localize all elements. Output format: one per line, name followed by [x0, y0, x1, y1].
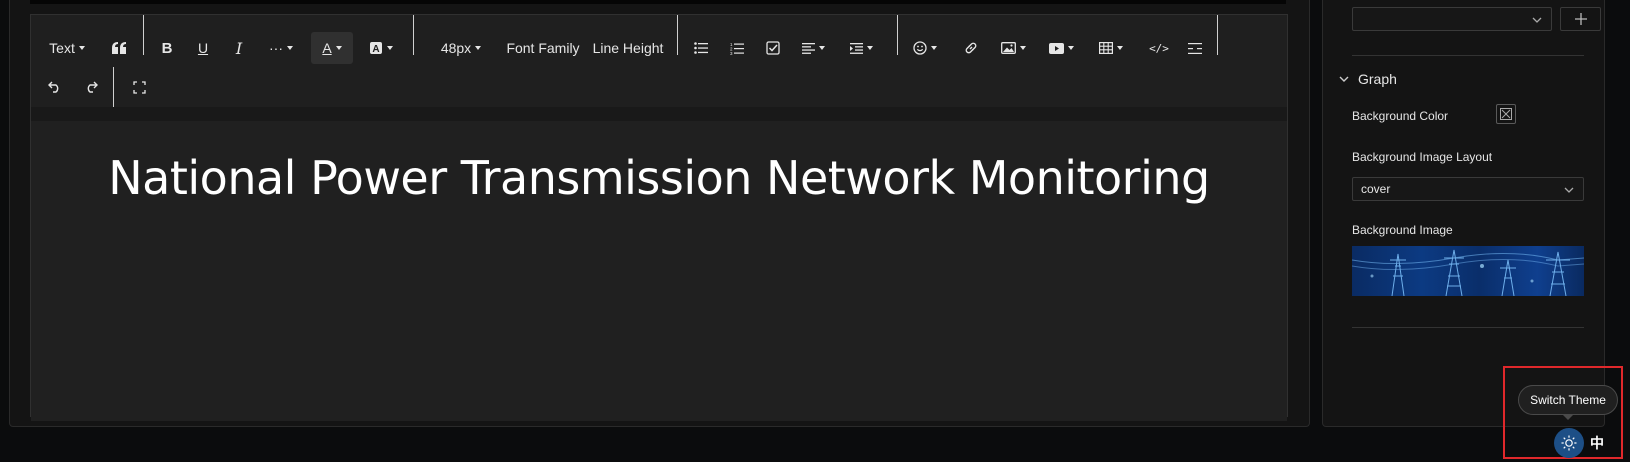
power-tower-image: [1352, 249, 1584, 296]
indent-dropdown[interactable]: [841, 32, 881, 64]
text-style-dropdown[interactable]: Text: [43, 32, 91, 64]
sun-icon: [1561, 435, 1577, 451]
fullscreen-icon: [132, 80, 146, 94]
emoji-dropdown[interactable]: [905, 32, 945, 64]
text-style-label: Text: [49, 40, 75, 56]
graph-section-toggle[interactable]: Graph: [1339, 71, 1397, 87]
chevron-down-icon: [1339, 76, 1349, 82]
italic-button[interactable]: I: [223, 32, 255, 64]
background-color-dropdown[interactable]: A: [361, 32, 401, 64]
image-dropdown[interactable]: [993, 32, 1033, 64]
background-image-label: Background Image: [1352, 223, 1453, 237]
highlight-color-icon: A: [370, 42, 382, 55]
bullet-list-icon: [694, 42, 708, 54]
toolbar-separator: [413, 15, 414, 55]
align-left-icon: [801, 42, 815, 54]
video-icon: [1048, 42, 1064, 54]
top-select[interactable]: [1352, 7, 1552, 31]
italic-icon: I: [235, 38, 243, 58]
toolbar-separator: [677, 15, 678, 55]
more-icon: ···: [269, 40, 283, 56]
bold-button[interactable]: B: [151, 32, 183, 64]
plus-icon: [1574, 13, 1587, 25]
background-image-thumbnail[interactable]: [1352, 246, 1584, 296]
rich-text-editor: Text B U I ··· A A 48px Font Family Line…: [30, 14, 1288, 421]
undo-icon: [48, 81, 59, 93]
editor-content-area[interactable]: National Power Transmission Network Moni…: [31, 107, 1287, 421]
editor-headline[interactable]: National Power Transmission Network Moni…: [31, 151, 1287, 205]
underline-button[interactable]: U: [187, 32, 219, 64]
video-dropdown[interactable]: [1041, 32, 1081, 64]
chevron-down-icon: [1532, 17, 1542, 23]
redo-icon: [87, 81, 98, 93]
tooltip-arrow: [1562, 414, 1574, 420]
font-size-dropdown[interactable]: 48px: [431, 32, 491, 64]
redo-button[interactable]: [75, 71, 107, 103]
link-icon: [965, 42, 977, 54]
code-icon: </>: [1149, 41, 1169, 55]
more-styles-dropdown[interactable]: ···: [261, 32, 301, 64]
toolbar-separator: [113, 67, 114, 107]
background-color-label: Background Color: [1352, 109, 1449, 123]
background-color-picker[interactable]: [1496, 104, 1516, 124]
indent-icon: [849, 42, 863, 54]
emoji-icon: [913, 41, 927, 55]
language-switch[interactable]: 中: [1590, 433, 1604, 453]
bold-icon: B: [161, 39, 173, 57]
align-dropdown[interactable]: [793, 32, 833, 64]
font-size-label: 48px: [440, 40, 472, 56]
svg-text:3: 3: [730, 51, 733, 55]
divider-button[interactable]: [1179, 32, 1211, 64]
fullscreen-button[interactable]: [123, 71, 155, 103]
font-color-dropdown[interactable]: A: [311, 32, 353, 64]
font-family-dropdown[interactable]: Font Family: [505, 32, 581, 64]
graph-section-title: Graph: [1358, 71, 1397, 87]
background-image-layout-value: cover: [1361, 182, 1391, 196]
table-dropdown[interactable]: [1091, 32, 1131, 64]
toolbar-separator: [1217, 15, 1218, 55]
image-icon: [1000, 42, 1016, 54]
underline-icon: U: [197, 40, 209, 56]
bullet-list-button[interactable]: [685, 32, 717, 64]
divider: [1352, 55, 1584, 56]
properties-panel: [1322, 0, 1605, 427]
switch-theme-button[interactable]: [1554, 428, 1584, 458]
background-image-layout-select[interactable]: cover: [1352, 177, 1584, 201]
checkbox-icon: [766, 41, 780, 55]
empty-color-icon: [1500, 108, 1512, 120]
add-button[interactable]: [1560, 7, 1601, 31]
table-icon: [1099, 42, 1113, 54]
numbered-list-icon: 123: [730, 42, 744, 55]
horizontal-rule-icon: [1188, 42, 1202, 54]
line-height-dropdown[interactable]: Line Height: [591, 32, 665, 64]
divider: [1352, 327, 1584, 328]
chevron-down-icon: [1564, 187, 1574, 193]
switch-theme-tooltip: Switch Theme: [1518, 385, 1618, 415]
toolbar-separator: [897, 15, 898, 55]
editor-top-strip: [30, 0, 1286, 4]
link-button[interactable]: [955, 32, 987, 64]
background-image-layout-label: Background Image Layout: [1352, 150, 1493, 164]
font-color-icon: A: [322, 40, 332, 56]
font-family-label: Font Family: [506, 40, 580, 56]
line-height-label: Line Height: [592, 40, 664, 56]
numbered-list-button[interactable]: 123: [721, 32, 753, 64]
undo-button[interactable]: [39, 71, 71, 103]
editor-toolbar: Text B U I ··· A A 48px Font Family Line…: [31, 15, 1287, 107]
todo-list-button[interactable]: [757, 32, 789, 64]
code-button[interactable]: </>: [1143, 32, 1175, 64]
quote-icon: [112, 42, 126, 54]
blockquote-button[interactable]: [103, 32, 135, 64]
toolbar-separator: [143, 15, 144, 55]
svg-text:A: A: [372, 44, 379, 55]
